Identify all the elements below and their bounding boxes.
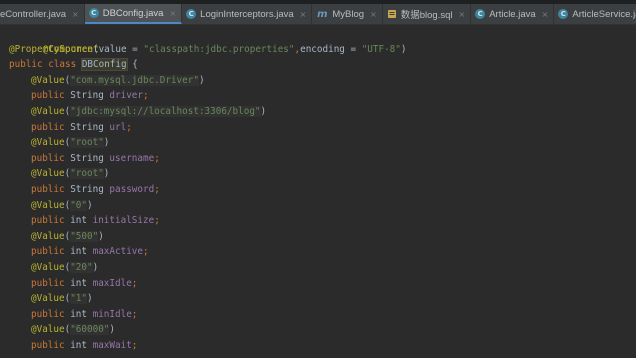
java-class-icon: C: [558, 9, 569, 19]
field-type: int: [70, 277, 87, 289]
tab-dbconfig[interactable]: C DBConfig.java ×: [84, 4, 183, 24]
code-line-value-annotation: @Value("com.mysql.jdbc.Driver"): [31, 74, 205, 86]
field-name: maxWait: [92, 340, 132, 351]
modifier-keyword: public: [31, 215, 65, 227]
java-class-icon: C: [186, 9, 197, 19]
close-icon[interactable]: ×: [169, 9, 176, 18]
code-line-field-declaration: public String username;: [31, 152, 160, 164]
tab-label: DBConfig.java: [102, 7, 164, 19]
annotation-value: @Value: [31, 106, 65, 117]
modifier-keyword: public: [31, 184, 65, 195]
tab-blog-sql[interactable]: 数据blog.sql ×: [383, 4, 472, 24]
value-string: "root": [70, 137, 104, 149]
classpath-string: "classpath:jdbc.properties": [143, 43, 295, 55]
close-icon[interactable]: ×: [542, 10, 549, 19]
tab-label: 数据blog.sql: [400, 10, 453, 21]
annotation-value: @Value: [31, 293, 65, 305]
field-type: int: [70, 215, 87, 227]
code-line-value-annotation: @Value("root"): [31, 168, 110, 180]
tab-label: Article.java: [489, 8, 536, 20]
annotation-value: @Value: [31, 324, 65, 336]
field-type: int: [70, 246, 87, 258]
field-name: password: [109, 184, 155, 195]
annotation-value: @Value: [31, 74, 65, 86]
java-class-icon: C: [475, 9, 486, 19]
field-name: maxIdle: [92, 277, 132, 289]
value-string: "500": [70, 230, 99, 242]
field-type: int: [70, 340, 87, 351]
annotation-property-source: @PropertySource: [9, 43, 93, 55]
code-editor[interactable]: @Component @PropertySource(value = "clas…: [0, 25, 636, 358]
tab-econtroller[interactable]: eController.java ×: [0, 4, 85, 24]
field-name: username: [109, 152, 155, 164]
field-type: int: [70, 308, 87, 320]
annotation-value: @Value: [31, 137, 65, 149]
code-line-value-annotation: @Value("60000"): [31, 324, 115, 336]
code-line-value-annotation: @Value("20"): [31, 262, 99, 273]
tab-label: LoginInterceptors.java: [200, 8, 294, 20]
field-name: minIdle: [92, 308, 132, 320]
field-type: String: [70, 121, 104, 133]
field-name: driver: [109, 90, 143, 102]
modifier-keyword: public: [31, 90, 65, 102]
value-string: "root": [70, 168, 104, 180]
code-line-field-declaration: public int maxIdle;: [31, 277, 138, 289]
maven-module-icon: m: [317, 8, 328, 20]
value-string: "0": [70, 199, 87, 211]
field-type: String: [70, 152, 104, 164]
editor-tab-bar: eController.java × C DBConfig.java × C L…: [0, 4, 636, 25]
field-type: String: [70, 90, 104, 102]
value-string: "jdbc:mysql://localhost:3306/blog": [70, 106, 261, 117]
code-line-value-annotation: @Value("jdbc:mysql://localhost:3306/blog…: [31, 106, 267, 117]
annotation-value: @Value: [31, 168, 65, 180]
close-icon[interactable]: ×: [300, 10, 307, 19]
value-string: "1": [70, 293, 87, 305]
modifier-keyword: public: [31, 152, 65, 164]
field-name: initialSize: [92, 215, 155, 227]
tab-article[interactable]: C Article.java ×: [471, 4, 555, 24]
code-line-field-declaration: public int maxActive;: [31, 246, 149, 258]
modifier-keyword: public: [31, 277, 65, 289]
code-line-value-annotation: @Value("root"): [31, 137, 110, 149]
value-string: "com.mysql.jdbc.Driver": [70, 74, 199, 86]
encoding-string: "UTF-8": [361, 43, 401, 55]
code-line-field-declaration: public int initialSize;: [31, 215, 160, 227]
tab-label: MyBlog: [332, 8, 365, 20]
code-line-field-declaration: public String password;: [31, 184, 160, 195]
annotation-value: @Value: [31, 230, 65, 242]
code-line-field-declaration: public String driver;: [31, 90, 149, 102]
code-line-field-declaration: public int maxWait;: [31, 340, 138, 351]
modifier-keyword: public: [31, 246, 65, 258]
tab-articleservice[interactable]: C ArticleService.java ×: [554, 4, 636, 24]
modifier-keyword: public: [31, 121, 65, 133]
field-name: url: [109, 121, 127, 133]
code-line-component: @Component: [9, 26, 99, 55]
code-line-value-annotation: @Value("500"): [31, 230, 104, 242]
tab-label: ArticleService.java: [572, 8, 636, 20]
code-line-field-declaration: public String url;: [31, 121, 132, 133]
code-line-value-annotation: @Value("1"): [31, 293, 93, 305]
modifier-keyword: public: [31, 340, 65, 351]
tab-logininterceptors[interactable]: C LoginInterceptors.java ×: [182, 4, 313, 24]
annotation-value: @Value: [31, 199, 65, 211]
value-string: "20": [70, 262, 93, 273]
tab-label: eController.java: [0, 8, 67, 20]
close-icon[interactable]: ×: [72, 10, 79, 19]
close-icon[interactable]: ×: [458, 10, 465, 19]
code-line-property-source: @PropertySource(value = "classpath:jdbc.…: [9, 43, 407, 55]
close-icon[interactable]: ×: [370, 10, 377, 19]
java-class-icon: C: [88, 8, 99, 18]
annotation-value: @Value: [31, 262, 65, 273]
field-type: String: [70, 184, 104, 195]
sql-file-icon: [387, 9, 397, 19]
value-string: "60000": [70, 324, 110, 336]
code-line-class-declaration: public class DBConfig {: [9, 58, 138, 72]
tab-myblog[interactable]: m MyBlog ×: [312, 4, 383, 24]
code-line-value-annotation: @Value("0"): [31, 199, 93, 211]
modifier-keyword: public: [31, 308, 65, 320]
code-line-field-declaration: public int minIdle;: [31, 308, 138, 320]
class-name: DBConfig: [80, 58, 128, 72]
ide-window: eController.java × C DBConfig.java × C L…: [0, 0, 636, 358]
field-name: maxActive: [92, 246, 143, 258]
